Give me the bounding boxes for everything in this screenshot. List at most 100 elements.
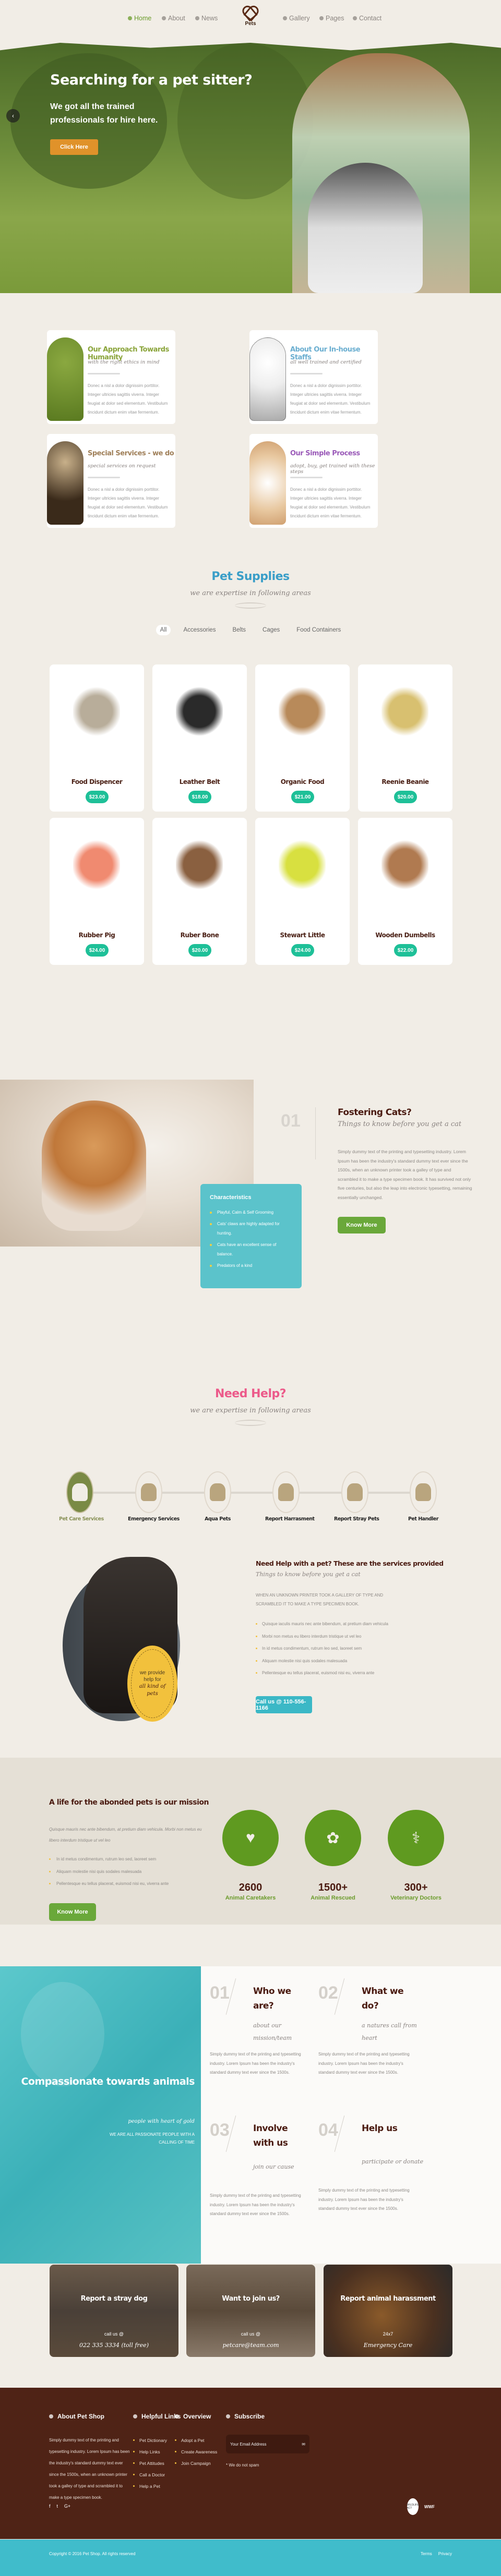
terms-link[interactable]: Terms	[421, 2551, 432, 2556]
characteristics-title: Characteristics	[210, 1194, 252, 1201]
footer-link[interactable]: Pet Dictionary	[133, 2435, 167, 2446]
privacy-link[interactable]: Privacy	[438, 2551, 452, 2556]
footer-link[interactable]: Help Links	[133, 2446, 167, 2458]
dog-sitting-icon	[72, 1483, 88, 1501]
product-card[interactable]: Stewart Little $24.00	[255, 818, 350, 965]
help-heading: Need Help with a pet? These are the serv…	[256, 1559, 444, 1567]
product-image	[176, 685, 223, 737]
divider	[88, 477, 120, 478]
feature-title: Special Services - we do	[88, 450, 174, 457]
stat-caretakers: ♥ 2600 Animal Caretakers	[211, 1810, 290, 1901]
product-name: Stewart Little	[280, 932, 325, 939]
product-price[interactable]: $24.00	[86, 944, 109, 957]
paw-icon	[195, 16, 199, 20]
mission-know-more-button[interactable]: Know More	[49, 1903, 96, 1921]
filter-all[interactable]: All	[156, 625, 171, 635]
product-price[interactable]: $24.00	[291, 944, 314, 957]
product-price[interactable]: $22.00	[394, 944, 417, 957]
hero-cta-button[interactable]: Click Here	[50, 139, 98, 155]
footer-link[interactable]: Help a Pet	[133, 2481, 167, 2492]
pet-supplies-header: Pet Supplies we are expertise in followi…	[0, 570, 501, 609]
nav-gallery[interactable]: Gallery	[283, 15, 310, 22]
no-spam-note: * We do not spam	[226, 2463, 259, 2468]
list-item: In id metus condimentum, rutrum leo sed,…	[256, 1642, 412, 1655]
wildlife-act-logo[interactable]: WILDLIFE ACT	[407, 2498, 419, 2515]
seal-icon	[210, 1483, 225, 1501]
facebook-icon[interactable]: f	[49, 2504, 51, 2509]
filter-accessories[interactable]: Accessories	[179, 625, 220, 635]
product-price[interactable]: $18.00	[188, 791, 211, 803]
wwf-logo[interactable]: WWF	[424, 2498, 435, 2515]
dog-icon	[347, 1483, 363, 1501]
product-card[interactable]: Food Dispencer $23.00	[50, 664, 144, 812]
heading-text: About Pet Shop	[57, 2413, 104, 2420]
product-card[interactable]: Wooden Dumbells $22.00	[358, 818, 452, 965]
hero-subtitle: We got all the trained professionals for…	[50, 102, 158, 125]
footer-link[interactable]: Call a Doctor	[133, 2469, 167, 2481]
card-title: Report animal harassment	[340, 2295, 436, 2303]
product-price[interactable]: $20.00	[394, 791, 417, 803]
service-label: Emergency Services	[128, 1516, 180, 1522]
footer-link[interactable]: Create Awareness	[175, 2446, 217, 2458]
service-circle	[66, 1471, 93, 1513]
join-us-card[interactable]: Want to join us? call us @ petcare@team.…	[186, 2265, 315, 2357]
product-card[interactable]: Reenie Beanie $20.00	[358, 664, 452, 812]
feature-card: Our Simple Process adopt, buy, get train…	[249, 434, 378, 528]
service-item[interactable]: Pet Care Services	[59, 1471, 104, 1522]
nav-about[interactable]: About	[162, 15, 185, 22]
footer-link[interactable]: Pet Attitudes	[133, 2458, 167, 2469]
product-card[interactable]: Ruber Bone $20.00	[152, 818, 247, 965]
footer-link[interactable]: Adopt a Pet	[175, 2435, 217, 2446]
footer-link[interactable]: Join Campaign	[175, 2458, 217, 2469]
site-logo[interactable]: Pets	[238, 5, 263, 31]
list-item: Aliquam molestie nisi quis sodales males…	[256, 1655, 412, 1667]
service-label: Aqua Pets	[205, 1516, 231, 1522]
nav-contact[interactable]: Contact	[353, 15, 381, 22]
nav-home[interactable]: Home	[128, 15, 151, 22]
paw-icon	[226, 2414, 230, 2418]
filter-belts[interactable]: Belts	[228, 625, 250, 635]
card-contact: Emergency Care	[363, 2342, 413, 2349]
product-image	[73, 839, 120, 891]
slider-prev-button[interactable]: ‹	[6, 109, 20, 123]
block-subtitle: join our cause	[253, 2163, 294, 2170]
email-input[interactable]: Your Email Address ✉	[226, 2435, 309, 2453]
nav-news[interactable]: News	[195, 15, 218, 22]
service-item[interactable]: Aqua Pets	[197, 1471, 238, 1522]
envelope-icon[interactable]: ✉	[302, 2442, 305, 2447]
twitter-icon[interactable]: t	[57, 2504, 58, 2509]
product-name: Organic Food	[280, 778, 325, 785]
google-plus-icon[interactable]: G+	[64, 2504, 70, 2509]
services-connector	[73, 1492, 433, 1494]
footer-heading: About Pet Shop	[49, 2413, 104, 2420]
product-card[interactable]: Rubber Pig $24.00	[50, 818, 144, 965]
nav-label: About	[168, 15, 185, 22]
know-more-button[interactable]: Know More	[338, 1217, 386, 1233]
report-harassment-card[interactable]: Report animal harassment 24x7 Emergency …	[324, 2265, 452, 2357]
product-filters: All Accessories Belts Cages Food Contain…	[0, 625, 501, 635]
product-price[interactable]: $23.00	[86, 791, 109, 803]
call-us-button[interactable]: Call us @ 110-556-1166	[256, 1696, 312, 1713]
service-item[interactable]: Report Stray Pets	[334, 1471, 379, 1522]
product-card[interactable]: Leather Belt $18.00	[152, 664, 247, 812]
report-stray-card[interactable]: Report a stray dog call us @ 022 335 333…	[50, 2265, 178, 2357]
nav-pages[interactable]: Pages	[319, 15, 344, 22]
product-price[interactable]: $20.00	[188, 944, 211, 957]
block-number: 02	[318, 1983, 338, 2003]
filter-cages[interactable]: Cages	[258, 625, 284, 635]
service-item[interactable]: Emergency Services	[128, 1471, 180, 1522]
product-card[interactable]: Organic Food $21.00	[255, 664, 350, 812]
divider	[290, 373, 323, 374]
logo-text: Pets	[245, 21, 256, 27]
service-item[interactable]: Pet Handler	[402, 1471, 444, 1522]
dalmatian-image	[249, 337, 286, 421]
badge-text: we provide help for	[139, 1670, 165, 1683]
block-text: Simply dummy text of the printing and ty…	[210, 2052, 301, 2075]
swirl-divider	[235, 1420, 266, 1426]
product-image	[279, 839, 326, 891]
heading-text: Overview	[183, 2413, 211, 2420]
service-item[interactable]: Report Harrasment	[265, 1471, 315, 1522]
product-image	[73, 685, 120, 737]
product-price[interactable]: $21.00	[291, 791, 314, 803]
filter-food-containers[interactable]: Food Containers	[292, 625, 345, 635]
